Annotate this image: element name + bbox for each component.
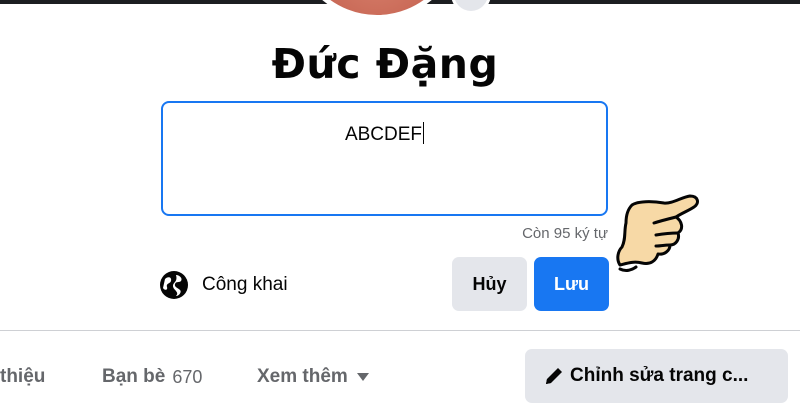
pencil-icon — [546, 368, 562, 384]
cancel-button[interactable]: Hủy — [452, 257, 527, 311]
char-count: Còn 95 ký tự — [522, 225, 608, 242]
bio-text-line: ABCDEF — [163, 122, 606, 146]
tab-friends[interactable]: Bạn bè 670 — [102, 366, 202, 388]
bio-input[interactable]: ABCDEF — [161, 101, 608, 216]
tab-about-label: thiệu — [0, 366, 46, 387]
avatar-camera-button[interactable] — [451, 0, 491, 14]
friends-count: 670 — [172, 366, 203, 387]
globe-icon — [160, 271, 188, 299]
bio-value: ABCDEF — [344, 124, 423, 145]
tab-about[interactable]: thiệu — [0, 366, 45, 388]
tab-more[interactable]: Xem thêm — [257, 366, 370, 388]
pointing-hand-icon — [616, 194, 699, 272]
save-button[interactable]: Lưu — [534, 257, 609, 311]
caret-down-icon — [356, 373, 369, 381]
edit-profile-label: Chỉnh sửa trang c... — [570, 365, 749, 386]
privacy-label: Công khai — [202, 274, 288, 295]
privacy-selector[interactable]: Công khai — [159, 270, 288, 300]
profile-name: Đức Đặng — [271, 40, 499, 88]
tab-friends-label: Bạn bè — [102, 366, 166, 387]
edit-profile-button[interactable]: Chỉnh sửa trang c... — [525, 349, 788, 403]
tab-more-label: Xem thêm — [257, 366, 348, 387]
section-divider — [0, 330, 800, 331]
text-caret — [423, 122, 425, 144]
